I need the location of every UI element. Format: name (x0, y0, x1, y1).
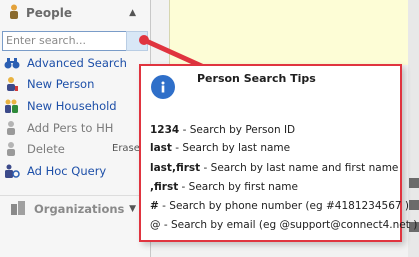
tooltip-title: Person Search Tips (197, 72, 316, 85)
tip-desc: - Search by last name (171, 142, 291, 154)
tip-desc: - Search by first name (178, 181, 298, 193)
tip-key: # (150, 200, 159, 212)
tip-line: last,first - Search by last name and fir… (150, 162, 398, 174)
tip-desc: - Search by last name and first name (200, 162, 399, 174)
tip-line: @ - Search by email (eg @support@connect… (150, 219, 417, 231)
info-icon (151, 75, 175, 99)
tip-line: ,first - Search by first name (150, 181, 298, 193)
tip-key: last,first (150, 162, 201, 174)
tip-desc: - Search by phone number (eg #4181234567… (158, 200, 410, 212)
tip-line: 1234 - Search by Person ID (150, 124, 295, 136)
tip-line: # - Search by phone number (eg #41812345… (150, 200, 409, 212)
search-tips-tooltip: Person Search Tips 1234 - Search by Pers… (139, 64, 417, 242)
tip-key: 1234 (150, 124, 180, 136)
tip-desc: - Search by Person ID (179, 124, 296, 136)
tip-key: ,first (150, 181, 179, 193)
tip-key: @ (150, 219, 161, 231)
tip-key: last (150, 142, 172, 154)
tip-line: last - Search by last name (150, 142, 290, 154)
tip-desc: - Search by email (eg @support@connect4.… (160, 219, 418, 231)
